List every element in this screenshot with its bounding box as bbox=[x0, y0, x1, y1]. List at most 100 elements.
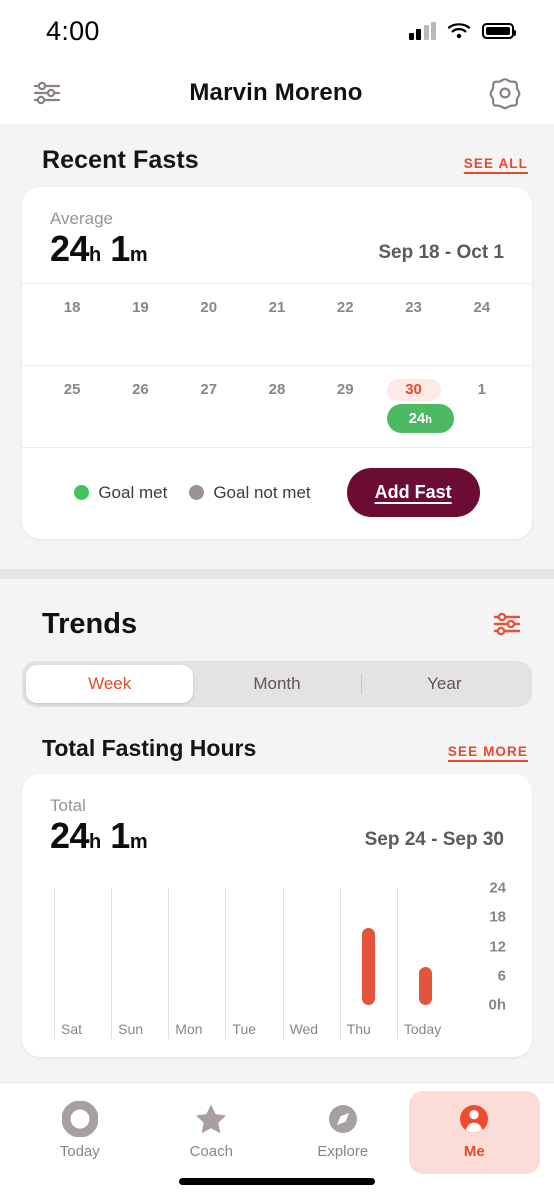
calendar-day[interactable]: 1 bbox=[448, 366, 516, 447]
chart-column: Wed bbox=[282, 888, 340, 1039]
calendar-day[interactable]: 29 bbox=[311, 366, 379, 447]
calendar-day-number: 19 bbox=[132, 299, 149, 316]
chart-plot-area: Sat Sun Mon Tue Wed Thu Today bbox=[54, 888, 454, 1039]
recent-fasts-card: Average 24h 1m Sep 18 - Oct 1 18 19 20 2… bbox=[22, 187, 532, 539]
calendar-day-number: 25 bbox=[63, 381, 81, 398]
trends-header: Trends bbox=[0, 579, 554, 655]
calendar-day[interactable]: 24 bbox=[448, 284, 516, 365]
tab-label: Coach bbox=[189, 1143, 233, 1160]
ring-icon bbox=[61, 1101, 98, 1137]
legend-goal-not-met: Goal not met bbox=[189, 482, 311, 503]
chart-x-label: Tue bbox=[232, 1021, 257, 1037]
chart-gridline bbox=[168, 888, 170, 1039]
star-icon bbox=[196, 1104, 227, 1134]
calendar-day[interactable]: 22 bbox=[311, 284, 379, 365]
total-fasting-hours-title: Total Fasting Hours bbox=[42, 735, 257, 761]
status-bar-time: 4:00 bbox=[46, 15, 100, 46]
section-divider bbox=[0, 569, 554, 579]
calendar-day[interactable]: 28 bbox=[243, 366, 311, 447]
average-block: Average 24h 1m bbox=[50, 209, 148, 267]
recent-fasts-date-range: Sep 18 - Oct 1 bbox=[378, 242, 504, 263]
calendar-day[interactable]: 19 bbox=[106, 284, 174, 365]
chart-y-tick-label: 6 bbox=[497, 967, 506, 985]
person-icon bbox=[460, 1105, 489, 1133]
fast-duration-pill[interactable]: 24h bbox=[386, 404, 454, 433]
chart-y-tick-label: 18 bbox=[489, 908, 506, 926]
tab-coach[interactable]: Coach bbox=[146, 1091, 278, 1174]
calendar-day-number: 22 bbox=[336, 299, 354, 316]
page-title: Marvin Moreno bbox=[189, 79, 363, 106]
tab-me[interactable]: Me bbox=[408, 1091, 540, 1174]
tab-month[interactable]: Month bbox=[193, 665, 360, 703]
total-label: Total bbox=[50, 796, 86, 815]
gear-icon bbox=[489, 78, 521, 110]
tab-week[interactable]: Week bbox=[26, 665, 194, 703]
chart-gridline bbox=[396, 888, 398, 1039]
calendar-day-number: 27 bbox=[200, 381, 218, 398]
legend-label: Goal not met bbox=[213, 482, 311, 502]
legend-label: Goal met bbox=[98, 482, 168, 502]
chart-y-axis: 0h 6 12 18 24 bbox=[456, 878, 506, 1043]
calendar-day-number: 1 bbox=[477, 381, 486, 398]
calendar-day-today[interactable]: 30 24h bbox=[379, 366, 454, 447]
legend-row: Goal met Goal not met Add Fast bbox=[22, 447, 532, 539]
calendar-day[interactable]: 25 bbox=[38, 366, 106, 447]
scroll-content: Recent Fasts SEE ALL Average 24h 1m Sep … bbox=[0, 124, 554, 1082]
chart-column: Tue bbox=[225, 888, 282, 1039]
see-more-link[interactable]: SEE MORE bbox=[448, 744, 528, 759]
chart-bar[interactable] bbox=[418, 966, 432, 1005]
average-row: Average 24h 1m Sep 18 - Oct 1 bbox=[22, 187, 532, 283]
tab-explore[interactable]: Explore bbox=[277, 1091, 409, 1174]
chart-column: Thu bbox=[339, 888, 397, 1039]
calendar-week-2: 25 26 27 28 29 30 24h 1 bbox=[22, 365, 532, 447]
chart-y-tick-label: 24 bbox=[489, 879, 506, 897]
chart-column: Sat bbox=[54, 888, 111, 1039]
trends-filter-button[interactable] bbox=[486, 603, 528, 645]
wifi-icon bbox=[447, 23, 471, 39]
total-hours: 24 bbox=[50, 815, 90, 856]
header-settings-button[interactable] bbox=[484, 72, 526, 114]
chart-gridline bbox=[111, 888, 113, 1039]
chart-x-label: Today bbox=[403, 1021, 442, 1037]
calendar-day[interactable]: 18 bbox=[38, 284, 106, 365]
status-bar: 4:00 bbox=[0, 0, 554, 62]
fasting-hours-bar-chart: Sat Sun Mon Tue Wed Thu Today 0h 6 12 18 24 bbox=[38, 878, 516, 1043]
total-fasting-hours-card: Total 24h 1m Sep 24 - Sep 30 Sat Sun Mon Tu… bbox=[22, 774, 532, 1057]
calendar-day-number: 30 bbox=[386, 379, 441, 401]
chart-y-tick-label: 12 bbox=[489, 938, 506, 955]
calendar-day-number: 26 bbox=[132, 381, 149, 398]
chart-bar[interactable] bbox=[361, 927, 375, 1005]
fast-duration-value: 24 bbox=[408, 410, 426, 427]
calendar-day[interactable]: 20 bbox=[175, 284, 243, 365]
header-filter-button[interactable] bbox=[26, 72, 68, 114]
add-fast-button[interactable]: Add Fast bbox=[346, 468, 480, 517]
total-date-range: Sep 24 - Sep 30 bbox=[364, 829, 504, 850]
calendar-day[interactable]: 23 bbox=[379, 284, 447, 365]
legend-dot-icon bbox=[74, 485, 90, 500]
tab-year[interactable]: Year bbox=[360, 665, 528, 703]
calendar-day[interactable]: 27 bbox=[175, 366, 243, 447]
total-row: Total 24h 1m Sep 24 - Sep 30 bbox=[22, 774, 532, 870]
chart-gridline bbox=[54, 888, 55, 1039]
calendar-day-number: 18 bbox=[63, 299, 81, 316]
calendar-day[interactable]: 21 bbox=[243, 284, 311, 365]
compass-icon bbox=[328, 1105, 357, 1133]
chart-column: Sun bbox=[111, 888, 168, 1039]
calendar-day[interactable]: 26 bbox=[106, 366, 174, 447]
calendar-day-number: 21 bbox=[268, 299, 286, 316]
total-minutes-unit: m bbox=[129, 831, 148, 853]
recent-fasts-header: Recent Fasts SEE ALL bbox=[0, 124, 554, 187]
total-hours-unit: h bbox=[89, 831, 101, 853]
average-label: Average bbox=[50, 209, 114, 228]
chart-gridline bbox=[282, 888, 284, 1039]
tab-label: Today bbox=[59, 1143, 100, 1160]
total-block: Total 24h 1m bbox=[50, 796, 148, 856]
see-all-link[interactable]: SEE ALL bbox=[464, 156, 528, 171]
total-minutes: 1 bbox=[110, 815, 130, 856]
chart-column: Mon bbox=[168, 888, 225, 1039]
app-header: Marvin Moreno bbox=[0, 62, 554, 124]
battery-icon bbox=[482, 23, 516, 39]
tab-today[interactable]: Today bbox=[14, 1091, 146, 1174]
calendar-day-number: 28 bbox=[268, 381, 286, 398]
calendar-day-number: 23 bbox=[405, 299, 422, 316]
